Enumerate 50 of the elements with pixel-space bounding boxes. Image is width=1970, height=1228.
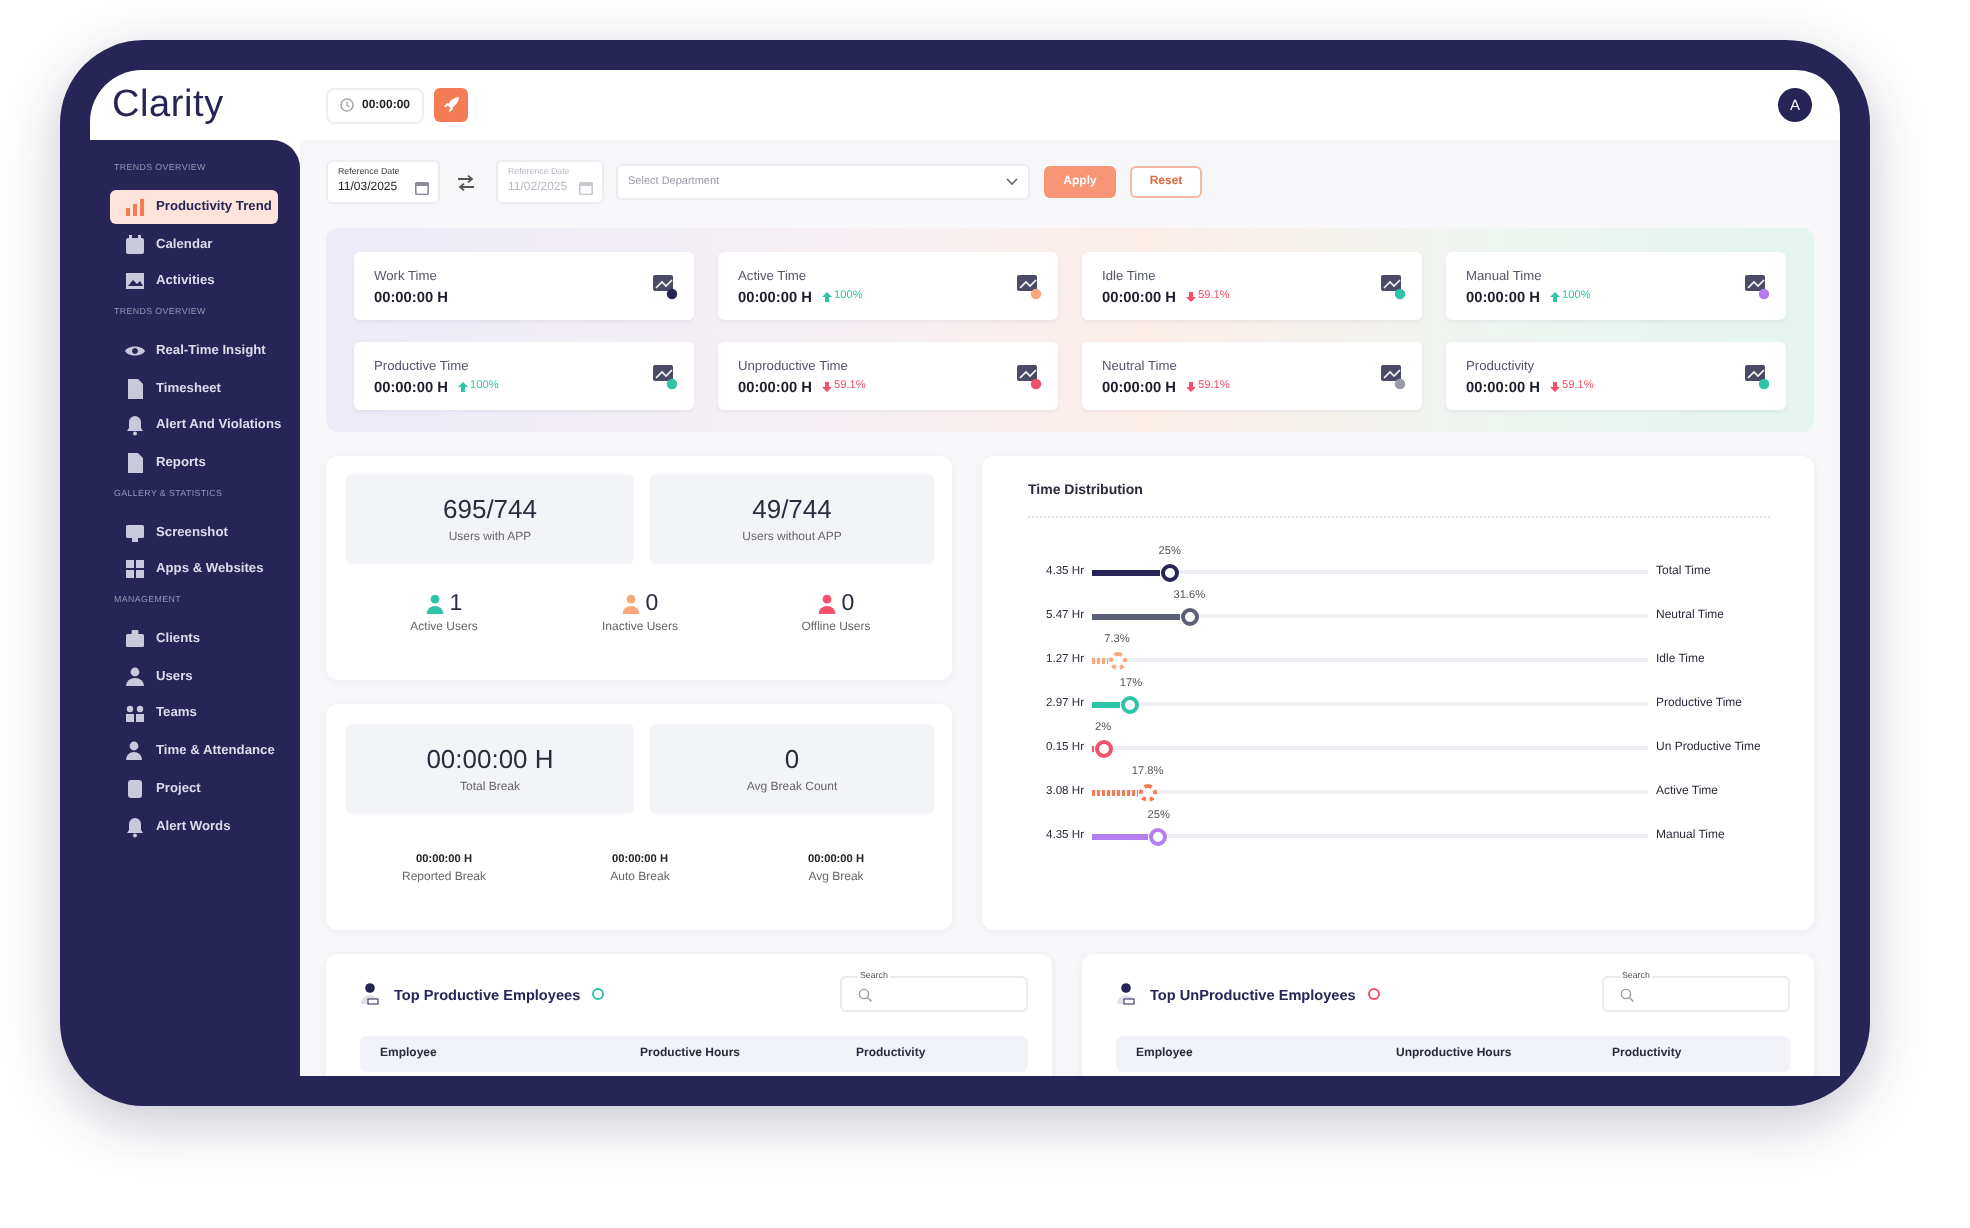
calendar-icon xyxy=(124,233,146,255)
slider-thumb[interactable] xyxy=(1121,695,1140,713)
search-icon xyxy=(1620,987,1634,1001)
user-count: 0 xyxy=(645,592,659,616)
clock-icon xyxy=(340,98,354,112)
arrow-down-icon xyxy=(1185,381,1196,391)
swap-icon xyxy=(456,173,476,191)
calendar-icon xyxy=(414,180,430,196)
slider-thumb[interactable] xyxy=(1108,651,1126,669)
person-icon xyxy=(425,594,444,614)
calendar-icon xyxy=(578,180,594,196)
user-icon xyxy=(124,740,146,762)
user-icon xyxy=(360,982,382,1006)
image-icon xyxy=(124,270,146,293)
slider-thumb[interactable] xyxy=(1094,739,1113,757)
arrow-up-icon xyxy=(457,381,468,391)
box-icon xyxy=(124,777,146,800)
chart-icon xyxy=(124,195,146,218)
user-icon xyxy=(124,665,146,687)
users-icon xyxy=(124,702,146,725)
arrow-down-icon xyxy=(1549,381,1560,391)
summary-value: 00:00:00 H xyxy=(426,744,554,774)
arrow-down-icon xyxy=(821,381,832,391)
monitor-icon xyxy=(124,521,146,543)
chevron-down-icon xyxy=(1006,178,1018,186)
summary-value: 49/744 xyxy=(752,494,832,524)
arrow-down-icon xyxy=(1185,291,1196,301)
briefcase-icon xyxy=(124,627,146,650)
user-count: 0 xyxy=(841,592,855,616)
bell-icon xyxy=(124,815,146,837)
document-icon xyxy=(124,452,146,474)
arrow-up-icon xyxy=(821,291,832,301)
person-icon xyxy=(621,594,640,614)
search-icon xyxy=(858,987,872,1001)
person-icon xyxy=(817,594,836,614)
grid-icon xyxy=(124,558,146,581)
bell-icon xyxy=(124,414,146,437)
rocket-button[interactable] xyxy=(434,88,469,122)
summary-value: 0 xyxy=(784,744,800,774)
slider-thumb[interactable] xyxy=(1160,563,1179,581)
summary-value: 695/744 xyxy=(443,494,537,524)
slider-thumb[interactable] xyxy=(1180,607,1199,625)
logo: Clarity xyxy=(112,83,226,127)
slider-thumb[interactable] xyxy=(1149,827,1168,845)
rocket-icon xyxy=(442,96,461,114)
user-icon xyxy=(1116,982,1138,1006)
user-count: 1 xyxy=(449,592,463,616)
slider-thumb[interactable] xyxy=(1138,783,1157,801)
document-icon xyxy=(124,377,146,399)
arrow-up-icon xyxy=(1549,291,1560,301)
